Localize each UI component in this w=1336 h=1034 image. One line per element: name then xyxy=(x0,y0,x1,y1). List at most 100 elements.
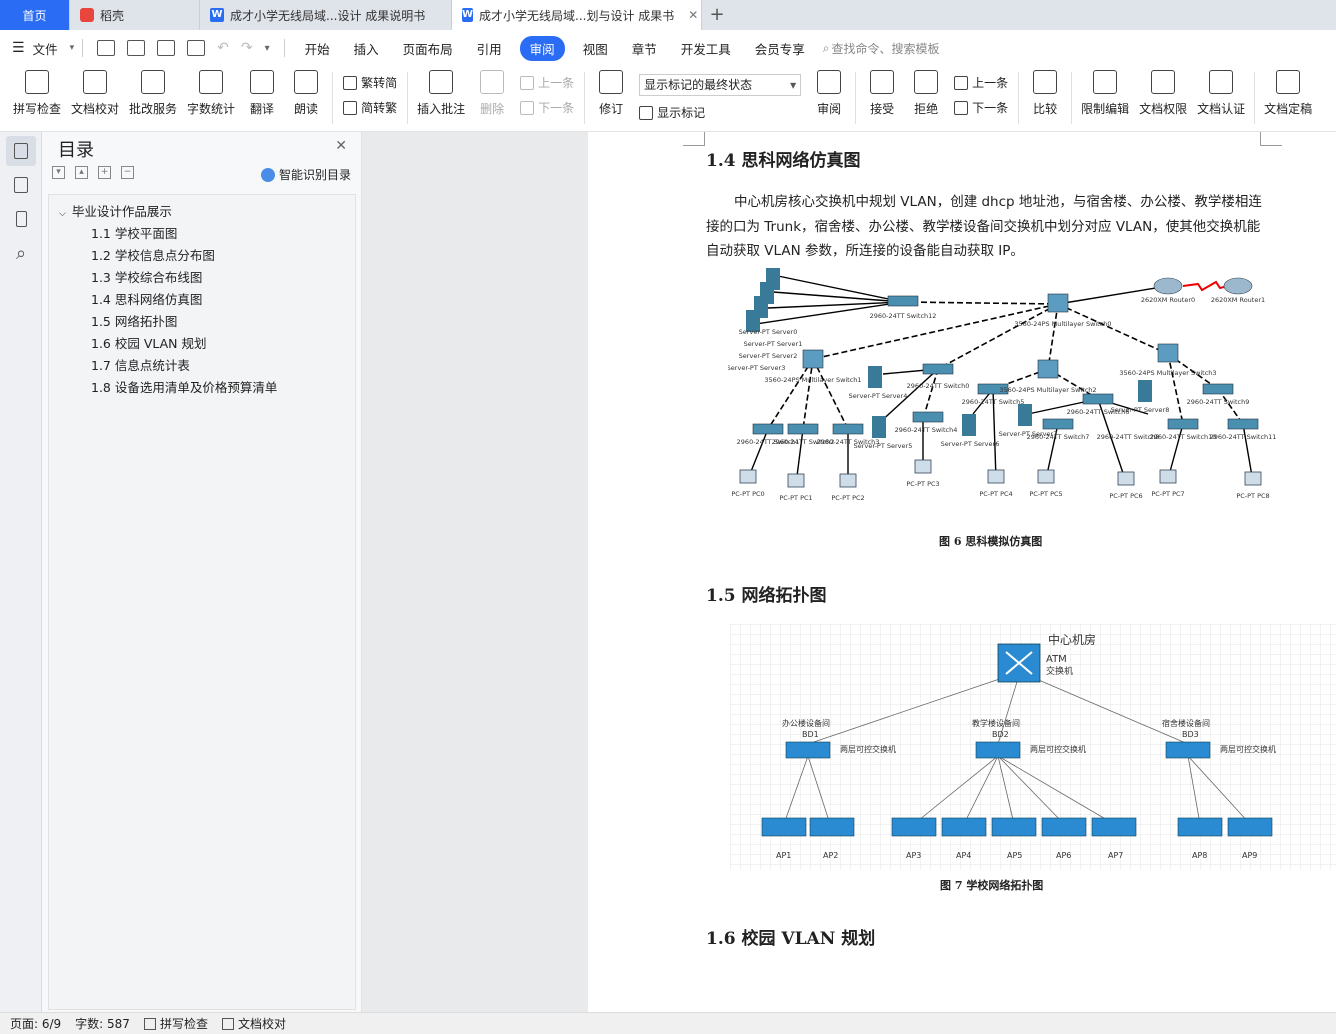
undo-icon[interactable]: ↶ xyxy=(217,40,229,56)
next-change-button[interactable]: 下一条 xyxy=(954,99,1008,116)
menu-view[interactable]: 视图 xyxy=(571,39,620,58)
doc-rights-icon xyxy=(1151,70,1176,94)
doc-rights-button[interactable]: 文档权限 xyxy=(1134,66,1192,117)
bd2-code-label: BD2 xyxy=(992,730,1009,739)
accept-button[interactable]: 接受 xyxy=(860,66,904,117)
center-room-label: 中心机房 xyxy=(1048,632,1096,647)
switch7-label: 2960-24TT Switch7 xyxy=(1027,433,1090,441)
translate-button[interactable]: 翻译 xyxy=(240,66,284,117)
toc-tools: ▾ ▴ + − xyxy=(52,166,134,179)
trad-to-simp-button[interactable]: 繁转简 xyxy=(343,74,397,91)
insert-comment-button[interactable]: 插入批注 xyxy=(412,66,470,117)
batch-service-label: 批改服务 xyxy=(129,102,178,116)
batch-service-button[interactable]: 批改服务 xyxy=(124,66,182,117)
toc-item[interactable]: 1.4 思科网络仿真图 xyxy=(49,289,355,311)
bookmark-button[interactable] xyxy=(6,204,36,234)
smart-toc-button[interactable]: 智能识别目录 xyxy=(260,166,351,183)
tab-home[interactable]: 首页 xyxy=(0,0,70,30)
track-changes-button[interactable]: 修订 xyxy=(589,66,633,117)
find-button[interactable]: ⌕ xyxy=(6,238,36,268)
status-proofread[interactable]: 文档校对 xyxy=(221,1015,286,1032)
show-markup-button[interactable]: 显示标记 xyxy=(639,104,801,121)
toc-root-item[interactable]: ⌵ 毕业设计作品展示 xyxy=(49,201,355,223)
ms0-label: 3560-24PS Multilayer Switch0 xyxy=(1014,320,1111,328)
compare-button[interactable]: 比较 xyxy=(1023,66,1067,117)
close-tab-icon[interactable]: ✕ xyxy=(688,8,698,22)
chevron-down-icon: ▾ xyxy=(69,43,75,53)
hamburger-icon[interactable]: ☰ xyxy=(12,40,25,56)
reject-button[interactable]: 拒绝 xyxy=(904,66,948,117)
simp-to-trad-button[interactable]: 简转繁 xyxy=(343,99,397,116)
prev-change-icon xyxy=(954,75,969,90)
page-indicator[interactable]: 页面: 6/9 xyxy=(10,1015,61,1032)
restrict-edit-button[interactable]: 限制编辑 xyxy=(1076,66,1134,117)
prev-change-button[interactable]: 上一条 xyxy=(954,74,1008,91)
bd3-switch-label: 两层可控交换机 xyxy=(1220,744,1276,754)
delete-comment-label: 删除 xyxy=(480,102,505,116)
menu-member[interactable]: 会员专享 xyxy=(743,39,817,58)
toc-item[interactable]: 1.1 学校平面图 xyxy=(49,223,355,245)
prev-comment-button[interactable]: 上一条 xyxy=(520,74,574,91)
proofread-button[interactable]: 文档校对 xyxy=(66,66,124,117)
expand-all-icon[interactable]: ▴ xyxy=(75,166,88,179)
toc-item[interactable]: 1.2 学校信息点分布图 xyxy=(49,245,355,267)
tab-doc-2-label: 成才小学无线局域...划与设计 成果书 xyxy=(479,8,675,23)
pc2-label: PC-PT PC2 xyxy=(831,494,864,502)
toc-item[interactable]: 1.3 学校综合布线图 xyxy=(49,267,355,289)
review-pane-button[interactable]: 审阅 xyxy=(807,66,851,117)
more-icon[interactable]: ▾ xyxy=(265,43,270,54)
collapse-all-icon[interactable]: ▾ xyxy=(52,166,65,179)
markup-group: 显示标记的最终状态 显示标记 xyxy=(633,66,807,121)
nav-pane-button[interactable] xyxy=(6,170,36,200)
menu-reference[interactable]: 引用 xyxy=(465,39,514,58)
tab-doc-1[interactable]: W 成才小学无线局域...设计 成果说明书 xyxy=(200,0,452,30)
menu-file[interactable]: 文件 xyxy=(29,39,70,58)
menu-section[interactable]: 章节 xyxy=(620,39,669,58)
toc-item[interactable]: 1.8 设备选用清单及价格预算清单 xyxy=(49,377,355,399)
toc-panel-button[interactable] xyxy=(6,136,36,166)
word-count-button[interactable]: 字数统计 xyxy=(182,66,240,117)
finalize-icon xyxy=(1276,70,1301,94)
menu-start[interactable]: 开始 xyxy=(293,39,342,58)
add-tab-icon[interactable]: + xyxy=(702,0,732,30)
switch4-label: 2960-24TT Switch4 xyxy=(895,426,958,434)
ap6-label: AP6 xyxy=(1056,851,1071,860)
close-icon[interactable]: ✕ xyxy=(335,138,347,154)
read-aloud-icon xyxy=(294,70,319,94)
bd1-room-label: 办公楼设备间 xyxy=(782,718,830,728)
toc-item[interactable]: 1.5 网络拓扑图 xyxy=(49,311,355,333)
tab-doc-2[interactable]: W 成才小学无线局域...划与设计 成果书 ✕ xyxy=(452,0,702,30)
toc-item[interactable]: 1.7 信息点统计表 xyxy=(49,355,355,377)
command-search[interactable]: 查找命令、搜索模板 xyxy=(831,40,939,57)
pc3-label: PC-PT PC3 xyxy=(906,480,939,488)
body-paragraph[interactable]: 中心机房核心交换机中规划 VLAN，创建 dhcp 地址池，与宿舍楼、办公楼、教… xyxy=(706,190,1262,264)
status-spell-label: 拼写检查 xyxy=(159,1017,208,1031)
menu-layout[interactable]: 页面布局 xyxy=(391,39,465,58)
comment-icon xyxy=(429,70,454,94)
doc-finalize-button[interactable]: 文档定稿 xyxy=(1259,66,1317,117)
export-icon[interactable] xyxy=(127,40,146,56)
menu-insert[interactable]: 插入 xyxy=(342,39,391,58)
menu-developer[interactable]: 开发工具 xyxy=(669,39,743,58)
tab-docer[interactable]: 稻壳 xyxy=(70,0,200,30)
markup-display-select[interactable]: 显示标记的最终状态 xyxy=(639,74,802,96)
separator xyxy=(1018,72,1020,124)
next-comment-button[interactable]: 下一条 xyxy=(520,99,574,116)
read-aloud-button[interactable]: 朗读 xyxy=(284,66,328,117)
comment-nav-group: 上一条 下一条 xyxy=(514,66,580,116)
word-count-indicator[interactable]: 字数: 587 xyxy=(75,1015,130,1032)
add-level-icon[interactable]: + xyxy=(98,166,111,179)
doc-certify-button[interactable]: 文档认证 xyxy=(1192,66,1250,117)
tab-docer-label: 稻壳 xyxy=(100,8,125,23)
redo-icon[interactable]: ↷ xyxy=(241,40,253,56)
print-preview-icon[interactable] xyxy=(187,40,206,56)
toc-item[interactable]: 1.6 校园 VLAN 规划 xyxy=(49,333,355,355)
print-icon[interactable] xyxy=(157,40,176,56)
status-spell-check[interactable]: 拼写检查 xyxy=(143,1015,208,1032)
delete-comment-button[interactable]: 删除 xyxy=(470,66,514,117)
save-icon[interactable] xyxy=(97,40,116,56)
menu-review[interactable]: 审阅 xyxy=(519,35,565,61)
spell-check-button[interactable]: 拼写检查 xyxy=(8,66,66,117)
pc1-label: PC-PT PC1 xyxy=(779,494,812,502)
remove-level-icon[interactable]: − xyxy=(121,166,134,179)
